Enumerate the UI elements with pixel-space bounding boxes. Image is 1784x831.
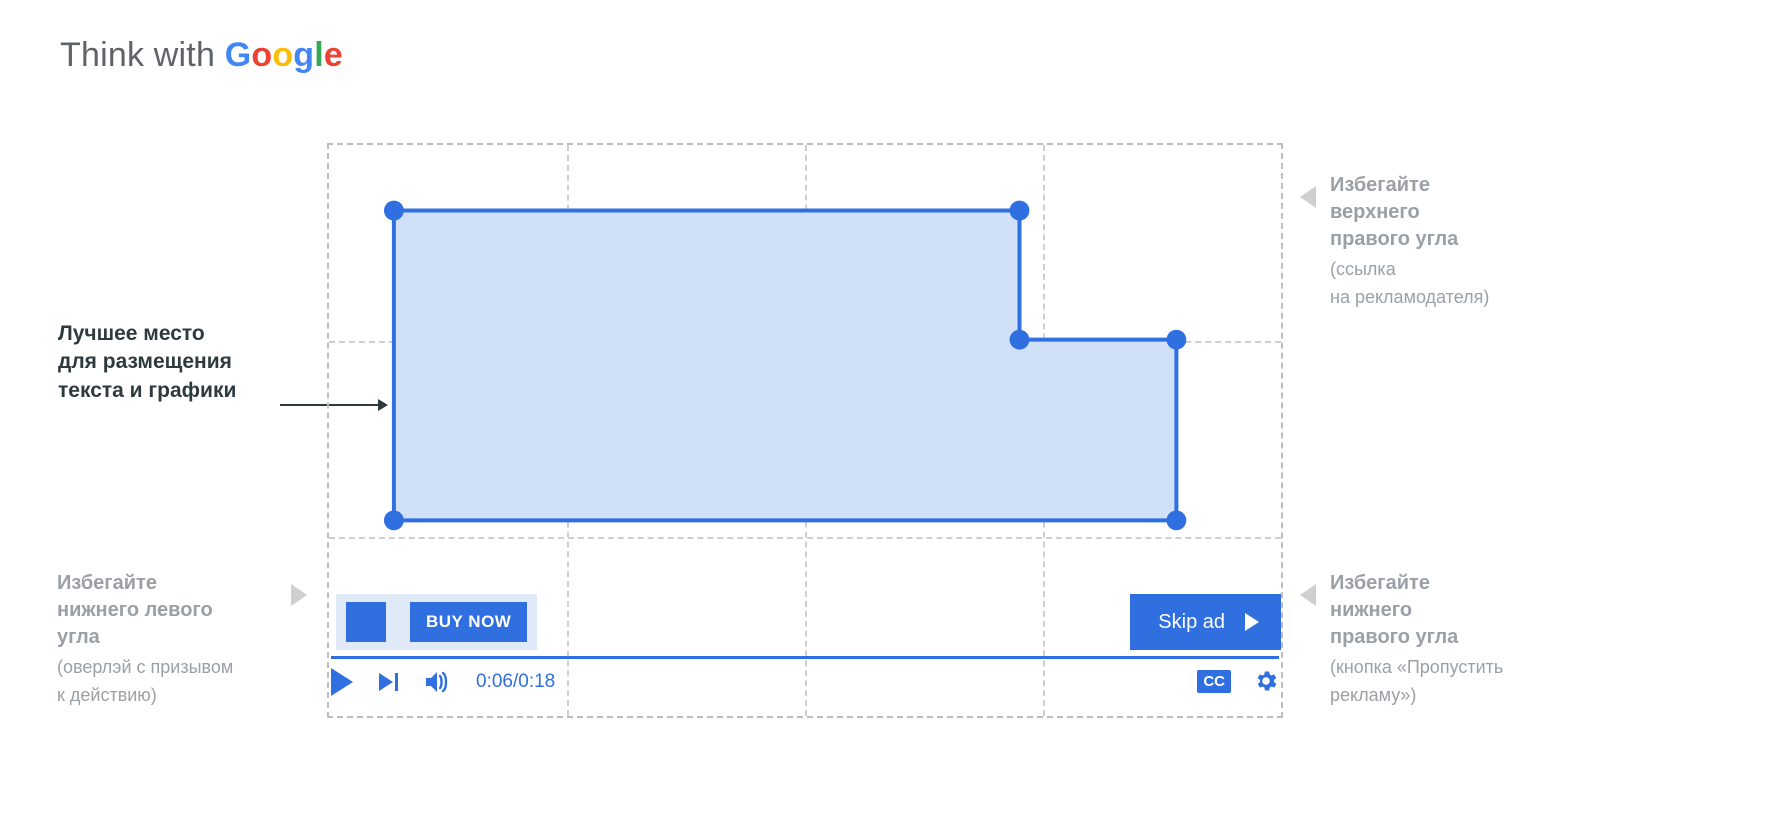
annotation-best-placement: Лучшее место для размещения текста и гра…: [58, 320, 313, 405]
pointer-left-icon: [1300, 584, 1316, 606]
skip-ad-button[interactable]: Skip ad: [1130, 594, 1281, 650]
cc-button[interactable]: CC: [1197, 670, 1231, 693]
annotation-line: Избегайте: [57, 570, 292, 597]
progress-bar[interactable]: [331, 656, 1279, 659]
annotation-avoid-bottom-left: Избегайте нижнего левого угла (оверлэй с…: [57, 570, 292, 708]
pointer-left-icon: [1300, 186, 1316, 208]
annotation-line: угла: [57, 624, 292, 651]
annotation-avoid-bottom-right: Избегайте нижнего правого угла (кнопка «…: [1330, 570, 1610, 708]
cta-thumbnail: [346, 602, 386, 642]
annotation-subline: (оверлэй с призывом: [57, 655, 292, 679]
google-wordmark: Google: [225, 36, 343, 74]
play-button[interactable]: [331, 668, 353, 696]
annotation-subline: к действию): [57, 683, 292, 707]
next-icon: [395, 673, 398, 691]
time-display: 0:06/0:18: [476, 671, 555, 693]
video-player-frame: BUY NOW Skip ad 0:06/0:18 CC: [327, 143, 1283, 718]
settings-button[interactable]: [1253, 668, 1279, 694]
annotation-line: нижнего левого: [57, 597, 292, 624]
annotation-line: текста и графики: [58, 377, 313, 405]
cta-overlay: BUY NOW: [336, 594, 537, 650]
next-icon: [379, 673, 393, 691]
think-with-google-logo: Think with Google: [60, 36, 343, 75]
annotation-line: Избегайте: [1330, 172, 1590, 199]
annotation-line: правого угла: [1330, 624, 1610, 651]
next-button[interactable]: [379, 673, 398, 691]
player-controls: 0:06/0:18 CC: [331, 656, 1279, 708]
annotation-subline: (ссылка: [1330, 257, 1590, 281]
skip-ad-label: Skip ad: [1158, 611, 1225, 634]
annotation-line: верхнего: [1330, 199, 1590, 226]
annotation-line: правого угла: [1330, 226, 1590, 253]
pointer-right-icon: [291, 584, 307, 606]
annotation-avoid-top-right: Избегайте верхнего правого угла (ссылка …: [1330, 172, 1590, 310]
annotation-line: для размещения: [58, 348, 313, 376]
annotation-line: нижнего: [1330, 597, 1610, 624]
play-icon: [1245, 613, 1259, 631]
logo-prefix: Think with: [60, 36, 225, 74]
annotation-subline: (кнопка «Пропустить: [1330, 655, 1610, 679]
annotation-line: Лучшее место: [58, 320, 313, 348]
volume-button[interactable]: [424, 670, 450, 694]
buy-now-button[interactable]: BUY NOW: [410, 602, 527, 642]
annotation-line: Избегайте: [1330, 570, 1610, 597]
annotation-subline: на рекламодателя): [1330, 285, 1590, 309]
annotation-subline: рекламу»): [1330, 683, 1610, 707]
